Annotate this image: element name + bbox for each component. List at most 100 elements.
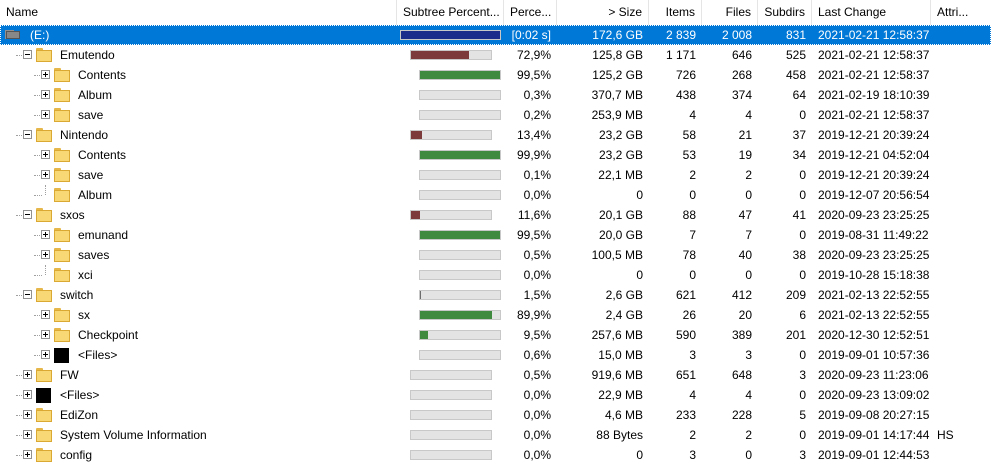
tree-row[interactable]: switch 1,5% 2,6 GB 621 412 209 2021-02-13 22:5…	[0, 285, 991, 305]
tree-row[interactable]: Album 0,0% 0 0 0 0 2019-12-07 20:56:54	[0, 185, 991, 205]
column-subdirs-header[interactable]: Subdirs	[758, 0, 812, 25]
expand-plus-icon[interactable]	[41, 90, 50, 99]
tree-row[interactable]: config 0,0% 0 3 0 3 2019-09-01 12:44:53	[0, 445, 991, 465]
expand-plus-icon[interactable]	[41, 110, 50, 119]
folder-body	[36, 370, 52, 382]
tree-row[interactable]: FW 0,5% 919,6 MB 651 648 3 2020-09-23 11:23:06	[0, 365, 991, 385]
subtree-percent-fill	[420, 71, 500, 79]
attributes-value	[931, 105, 991, 125]
subdirs-count: 3	[799, 368, 806, 382]
percent-value: 0,0%	[523, 408, 551, 422]
expand-plus-icon[interactable]	[41, 330, 50, 339]
item-name: Album	[78, 88, 113, 102]
size-value: 2,4 GB	[605, 308, 643, 322]
tree-row[interactable]: Album 0,3% 370,7 MB 438 374 64 2021-02-19 18:1…	[0, 85, 991, 105]
tree-row[interactable]: <Files> 0,0% 22,9 MB 4 4 0 2020-09-23 13:09:02	[0, 385, 991, 405]
expand-plus-icon[interactable]	[41, 250, 50, 259]
folder-body	[54, 170, 70, 182]
tree-row[interactable]: save 0,1% 22,1 MB 2 2 0 2019-12-21 20:39:24	[0, 165, 991, 185]
item-name: Nintendo	[60, 128, 109, 142]
collapse-minus-icon[interactable]	[23, 50, 32, 59]
column-items-header[interactable]: Items	[649, 0, 702, 25]
percent-value: 1,5%	[523, 288, 551, 302]
tree-row[interactable]: sxos 11,6% 20,1 GB 88 47 41 2020-09-23 23:25:2…	[0, 205, 991, 225]
expand-plus-icon[interactable]	[41, 310, 50, 319]
column-name-header[interactable]: Name	[0, 0, 397, 25]
tree-row[interactable]: save 0,2% 253,9 MB 4 4 0 2021-02-21 12:58:37	[0, 105, 991, 125]
expand-plus-icon[interactable]	[41, 70, 50, 79]
percent-value: 0,5%	[523, 248, 551, 262]
subtree-percent-bar	[410, 130, 492, 140]
column-percent-header[interactable]: Perce...	[504, 0, 557, 25]
files-count: 412	[731, 288, 752, 302]
column-attributes-header[interactable]: Attri...	[931, 0, 991, 25]
files-count: 47	[738, 208, 752, 222]
tree-row[interactable]: Checkpoint 9,5% 257,6 MB 590 389 201 2020-12-3…	[0, 325, 991, 345]
collapse-minus-icon[interactable]	[23, 130, 32, 139]
attributes-value	[931, 85, 991, 105]
expand-plus-icon[interactable]	[41, 350, 50, 359]
items-count: 53	[682, 148, 696, 162]
files-count: 648	[731, 368, 752, 382]
expand-plus-icon[interactable]	[41, 150, 50, 159]
tree-row[interactable]: (E:) [0:02 s] 172,6 GB 2 839 2 008 831 2021-02…	[0, 25, 991, 45]
subdirs-count: 0	[799, 108, 806, 122]
tree-row[interactable]: Contents 99,9% 23,2 GB 53 19 34 2019-12-21 04:…	[0, 145, 991, 165]
tree-row[interactable]: emunand 99,5% 20,0 GB 7 7 0 2019-08-31 11:49:2…	[0, 225, 991, 245]
collapse-minus-icon[interactable]	[23, 290, 32, 299]
tree-row[interactable]: sx 89,9% 2,4 GB 26 20 6 2021-02-13 22:52:55	[0, 305, 991, 325]
subtree-percent-bar	[419, 150, 501, 160]
percent-value: 13,4%	[516, 128, 551, 142]
tree-row[interactable]: xci 0,0% 0 0 0 0 2019-10-28 15:18:38	[0, 265, 991, 285]
size-value: 22,1 MB	[598, 168, 643, 182]
collapse-minus-icon[interactable]	[23, 210, 32, 219]
percent-value: 72,9%	[516, 48, 551, 62]
item-name: sx	[78, 308, 90, 322]
files-count: 21	[738, 128, 752, 142]
attributes-value	[931, 365, 991, 385]
folder-body	[54, 190, 70, 202]
attributes-value	[931, 165, 991, 185]
subdirs-count: 201	[785, 328, 806, 342]
item-name: switch	[60, 288, 94, 302]
subtree-percent-bar	[410, 450, 492, 460]
items-count: 0	[689, 188, 696, 202]
percent-value: 0,0%	[523, 448, 551, 462]
tree-row[interactable]: System Volume Information 0,0% 88 Bytes 2 2 0…	[0, 425, 991, 445]
files-count: 374	[731, 88, 752, 102]
tree-row[interactable]: Contents 99,5% 125,2 GB 726 268 458 2021-02-21…	[0, 65, 991, 85]
column-subtree-percent-header[interactable]: Subtree Percent...	[397, 0, 504, 25]
expand-plus-icon[interactable]	[41, 170, 50, 179]
folder-icon	[54, 88, 70, 102]
subtree-percent-bar	[419, 350, 501, 360]
subdirs-count: 0	[799, 168, 806, 182]
size-value: 23,2 GB	[598, 128, 643, 142]
expand-plus-icon[interactable]	[41, 230, 50, 239]
item-name: save	[78, 168, 104, 182]
tree-row[interactable]: EdiZon 0,0% 4,6 MB 233 228 5 2019-09-08 20:27:…	[0, 405, 991, 425]
subtree-percent-bar	[419, 90, 501, 100]
attributes-value	[931, 405, 991, 425]
expand-plus-icon[interactable]	[23, 370, 32, 379]
files-count: 7	[745, 228, 752, 242]
size-value: 919,6 MB	[591, 368, 643, 382]
expand-plus-icon[interactable]	[23, 450, 32, 459]
subdirs-count: 6	[799, 308, 806, 322]
expand-plus-icon[interactable]	[23, 390, 32, 399]
folder-icon	[54, 188, 70, 202]
tree-row[interactable]: saves 0,5% 100,5 MB 78 40 38 2020-09-23 23:25:…	[0, 245, 991, 265]
subdirs-count: 64	[792, 88, 806, 102]
expand-plus-icon[interactable]	[23, 430, 32, 439]
expand-plus-icon[interactable]	[23, 410, 32, 419]
tree-row[interactable]: Emutendo 72,9% 125,8 GB 1 171 646 525 2021-02-…	[0, 45, 991, 65]
folder-icon	[36, 408, 52, 422]
column-last-change-header[interactable]: Last Change	[812, 0, 931, 25]
tree-row[interactable]: <Files> 0,6% 15,0 MB 3 3 0 2019-09-01 10:57:36	[0, 345, 991, 365]
column-files-header[interactable]: Files	[702, 0, 758, 25]
size-value: 23,2 GB	[598, 148, 643, 162]
column-size-header[interactable]: > Size	[557, 0, 649, 25]
attributes-value	[931, 45, 991, 65]
files-count: 646	[731, 48, 752, 62]
item-name: Contents	[78, 68, 127, 82]
tree-row[interactable]: Nintendo 13,4% 23,2 GB 58 21 37 2019-12-21 20:…	[0, 125, 991, 145]
